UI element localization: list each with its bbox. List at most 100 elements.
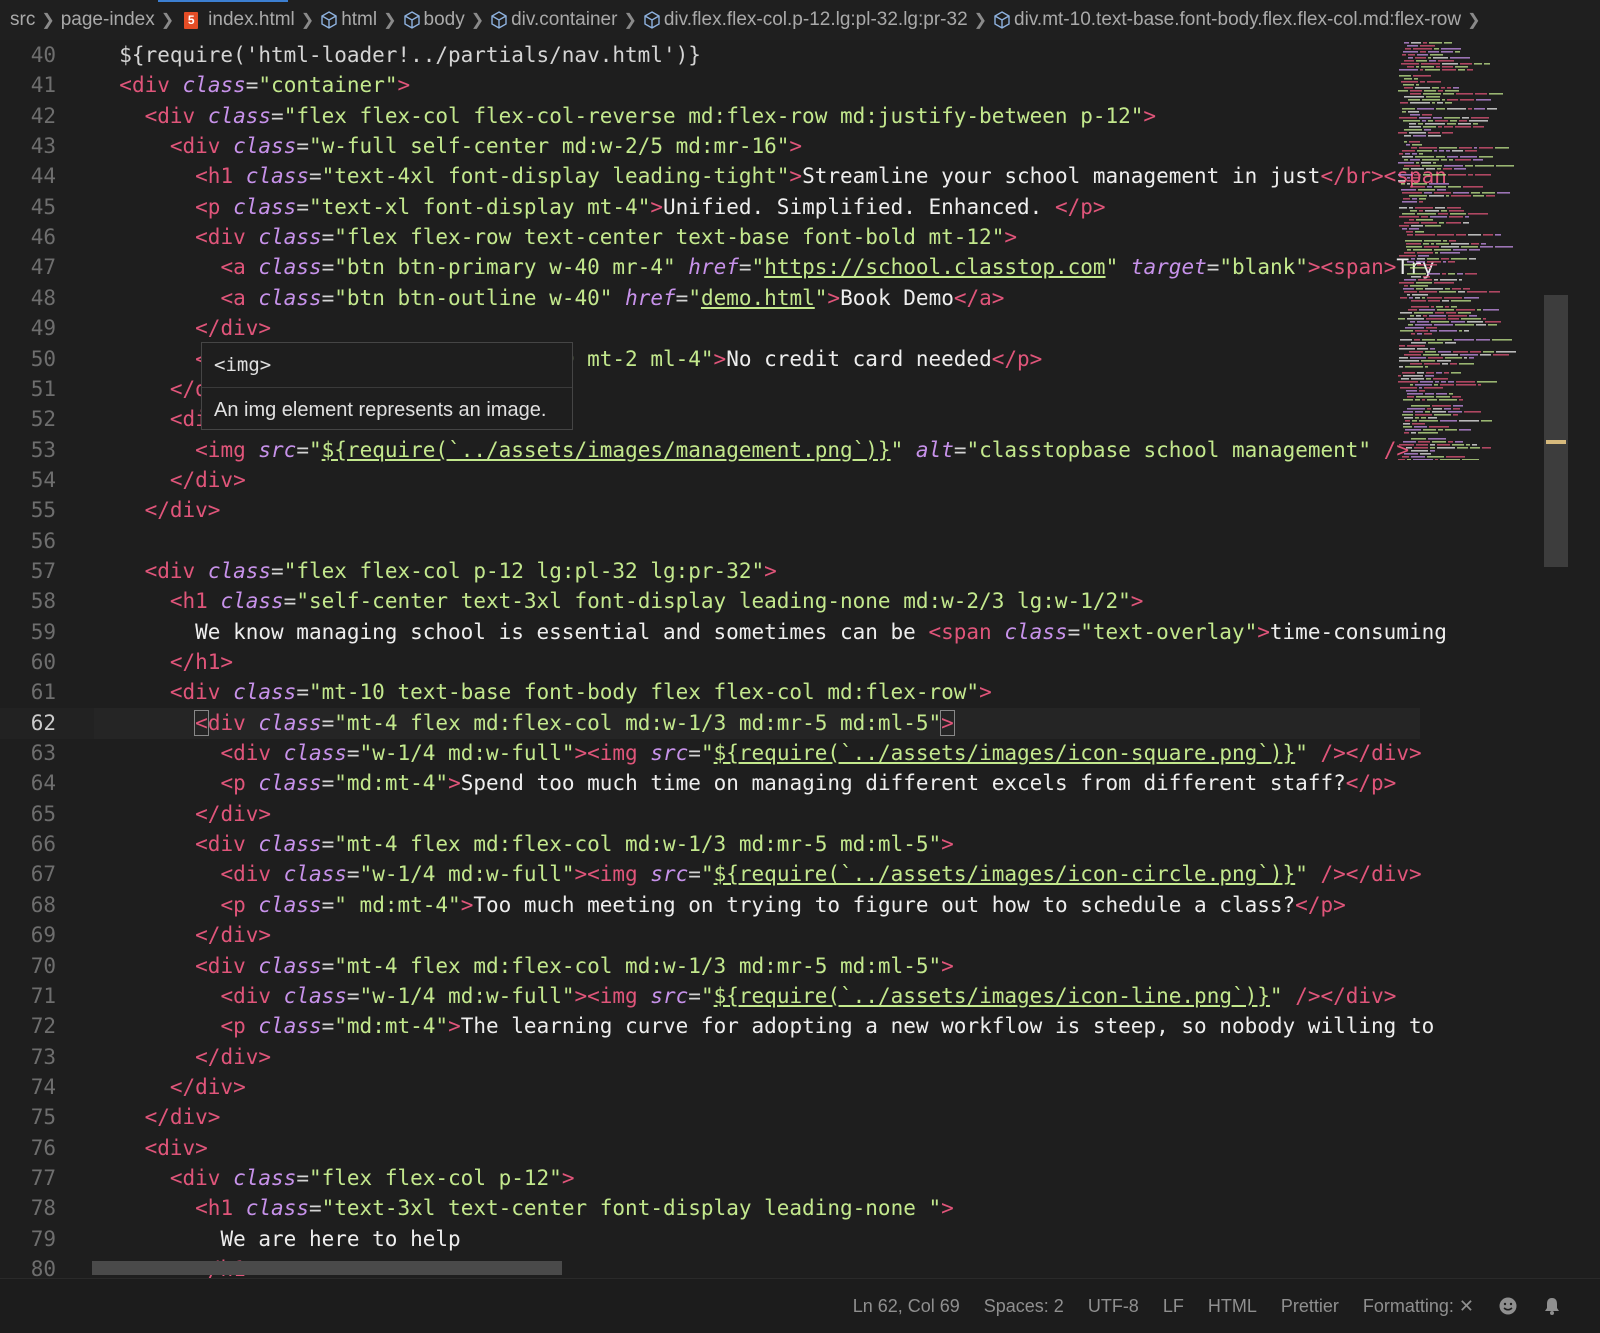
formatting-status[interactable]: Formatting: ✕ <box>1363 1296 1474 1317</box>
code-line[interactable]: 65 </div> <box>0 799 1420 830</box>
indentation-setting[interactable]: Spaces: 2 <box>984 1296 1064 1317</box>
code-line[interactable]: 61 <div class="mt-10 text-base font-body… <box>0 677 1420 708</box>
code-line[interactable]: 57 <div class="flex flex-col p-12 lg:pl-… <box>0 556 1420 587</box>
code-line[interactable]: 42 <div class="flex flex-col flex-col-re… <box>0 101 1420 132</box>
code-token: <div <box>195 832 246 857</box>
minimap-token <box>1416 60 1427 62</box>
minimap-token <box>1459 399 1463 401</box>
code-line[interactable]: 76 <div> <box>0 1133 1420 1164</box>
breadcrumb-item-body[interactable]: body <box>403 9 465 31</box>
code-line[interactable]: 45 <p class="text-xl font-display mt-4">… <box>0 192 1420 223</box>
minimap-token <box>1414 78 1418 80</box>
code-line[interactable]: 41 <div class="container"> <box>0 70 1420 101</box>
breadcrumb-item-flex-col[interactable]: div.flex.flex-col.p-12.lg:pl-32.lg:pr-32 <box>643 9 968 31</box>
code-line[interactable]: 79 We are here to help <box>0 1224 1420 1255</box>
minimap-token <box>1451 258 1467 260</box>
code-token: = <box>346 983 360 1008</box>
minimap-slider[interactable] <box>1544 295 1568 567</box>
minimap-token <box>1417 372 1424 374</box>
horizontal-scrollbar[interactable] <box>92 1261 562 1275</box>
minimap-token <box>1416 66 1419 68</box>
code-line[interactable]: 43 <div class="w-full self-center md:w-2… <box>0 131 1420 162</box>
code-line[interactable]: 55 </div> <box>0 495 1420 526</box>
code-line[interactable]: 47 <a class="btn btn-primary w-40 mr-4" … <box>0 252 1435 283</box>
code-line[interactable]: 58 <h1 class="self-center text-3xl font-… <box>0 586 1420 617</box>
code-line[interactable]: 49 </div> <box>0 313 1420 344</box>
minimap-token <box>1455 51 1460 53</box>
code-line[interactable]: 48 <a class="btn btn-outline w-40" href=… <box>0 283 1420 314</box>
line-number: 45 <box>30 194 56 219</box>
minimap-token <box>1407 261 1414 263</box>
minimap-token <box>1418 123 1423 125</box>
minimap-token <box>1422 297 1425 299</box>
code-line[interactable]: 67 <div class="w-1/4 md:w-full"><img src… <box>0 859 1422 890</box>
feedback-smiley-icon[interactable] <box>1498 1296 1518 1316</box>
code-text: <div class="mt-4 flex md:flex-col md:w-1… <box>94 708 955 739</box>
language-mode[interactable]: HTML <box>1208 1296 1257 1317</box>
formatter-status[interactable]: Prettier <box>1281 1296 1339 1317</box>
minimap-token <box>1438 126 1442 128</box>
code-token: "flex flex-row text-center text-base fon… <box>334 225 1005 250</box>
breadcrumb-item-file[interactable]: 5 index.html <box>180 9 295 31</box>
code-line[interactable]: 71 <div class="w-1/4 md:w-full"><img src… <box>0 981 1420 1012</box>
encoding-setting[interactable]: UTF-8 <box>1088 1296 1139 1317</box>
code-token: class <box>258 710 322 735</box>
code-line[interactable]: 60 </h1> <box>0 647 1420 678</box>
code-token: = <box>321 1014 335 1039</box>
breadcrumb-item-html[interactable]: html <box>320 9 377 31</box>
minimap-token <box>1444 117 1460 119</box>
code-line[interactable]: 62 <div class="mt-4 flex md:flex-col md:… <box>0 707 1420 739</box>
vertical-scrollbar-track[interactable] <box>1568 40 1600 1278</box>
minimap-token <box>1429 315 1446 317</box>
code-line[interactable]: 68 <p class=" md:mt-4">Too much meeting … <box>0 890 1420 921</box>
breadcrumb-item-mt-10[interactable]: div.mt-10.text-base.font-body.flex.flex-… <box>993 9 1461 31</box>
code-line[interactable]: 73 </div> <box>0 1042 1420 1073</box>
code-line[interactable]: 40 ${require('html-loader!../partials/na… <box>0 40 1420 71</box>
minimap-token <box>1403 399 1413 401</box>
minimap-token <box>1432 441 1446 443</box>
code-text: <a class="btn btn-outline w-40" href="de… <box>94 283 1004 314</box>
minimap-token <box>1469 315 1477 317</box>
code-line[interactable]: 78 <h1 class="text-3xl text-center font-… <box>0 1193 1420 1224</box>
minimap-token <box>1414 174 1421 176</box>
code-editor[interactable]: 40 ${require('html-loader!../partials/na… <box>0 40 1600 1305</box>
eol-setting[interactable]: LF <box>1163 1296 1184 1317</box>
code-token: We are here to help <box>220 1226 461 1251</box>
code-line[interactable]: 69 </div> <box>0 920 1420 951</box>
code-line[interactable]: 75 </div> <box>0 1102 1420 1133</box>
cursor-position[interactable]: Ln 62, Col 69 <box>853 1296 960 1317</box>
code-line[interactable]: 77 <div class="flex flex-col p-12"> <box>0 1163 1420 1194</box>
code-line[interactable]: 66 <div class="mt-4 flex md:flex-col md:… <box>0 829 1420 860</box>
code-line[interactable]: 72 <p class="md:mt-4">The learning curve… <box>0 1011 1435 1042</box>
code-line[interactable]: 44 <h1 class="text-4xl font-display lead… <box>0 161 1447 192</box>
breadcrumb-item-page-index[interactable]: page-index <box>61 9 155 31</box>
breadcrumb-item-container[interactable]: div.container <box>490 9 617 31</box>
code-line[interactable]: 59 We know managing school is essential … <box>0 617 1447 648</box>
code-line[interactable]: 70 <div class="mt-4 flex md:flex-col md:… <box>0 951 1420 982</box>
minimap-token <box>1445 90 1459 92</box>
breadcrumb-item-src[interactable]: src <box>10 9 35 31</box>
notifications-bell-icon[interactable] <box>1542 1296 1562 1316</box>
line-number: 54 <box>30 467 56 492</box>
code-line[interactable]: 46 <div class="flex flex-row text-center… <box>0 222 1420 253</box>
code-line[interactable]: 64 <p class="md:mt-4">Spend too much tim… <box>0 768 1420 799</box>
minimap-token <box>1449 393 1453 395</box>
minimap[interactable] <box>1392 40 1552 460</box>
code-line[interactable]: 56 <box>0 526 1420 557</box>
minimap-token <box>1453 408 1460 410</box>
code-line[interactable]: 54 </div> <box>0 465 1420 496</box>
code-line[interactable]: 74 </div> <box>0 1072 1420 1103</box>
code-line[interactable]: 53 <img src="${require(`../assets/images… <box>0 435 1420 466</box>
minimap-token <box>1424 90 1436 92</box>
minimap-token <box>1399 69 1418 71</box>
breadcrumb-label: index.html <box>208 9 295 30</box>
minimap-token <box>1401 189 1416 191</box>
active-tab-indicator <box>158 0 288 2</box>
code-line[interactable]: 63 <div class="w-1/4 md:w-full"><img src… <box>0 738 1422 769</box>
minimap-token <box>1429 60 1436 62</box>
minimap-token <box>1437 444 1450 446</box>
code-text: <di <box>94 404 208 435</box>
